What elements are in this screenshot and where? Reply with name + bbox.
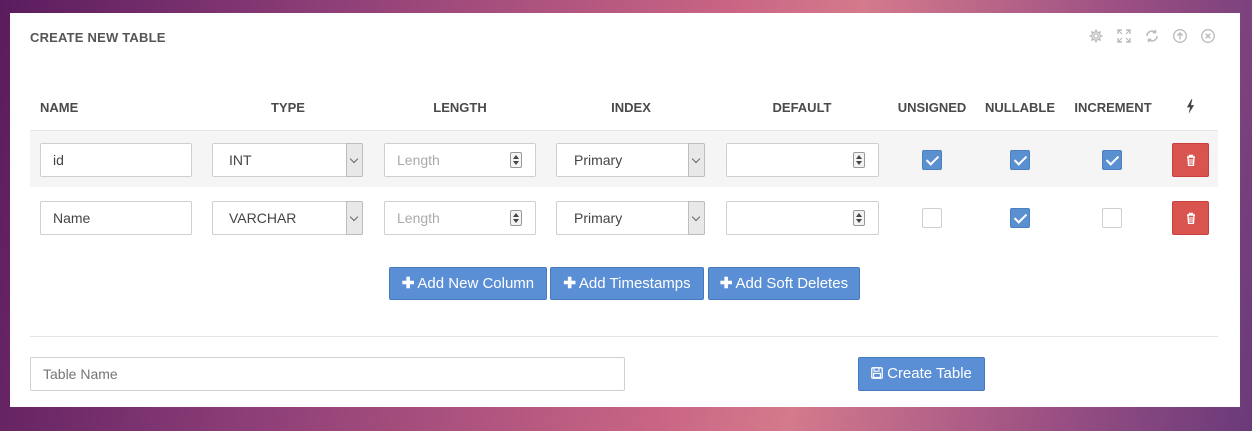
number-spinner[interactable] xyxy=(853,210,865,226)
header-default: DEFAULT xyxy=(772,100,832,115)
column-type-value: INT xyxy=(229,152,252,168)
number-spinner[interactable] xyxy=(853,152,865,168)
add-timestamps-label: Add Timestamps xyxy=(578,275,691,292)
chevron-down-icon[interactable] xyxy=(346,201,363,235)
add-new-column-button[interactable]: ✚ Add New Column xyxy=(389,267,547,300)
header-name: NAME xyxy=(40,100,79,115)
gear-icon[interactable] xyxy=(1088,28,1104,44)
column-index-value: Primary xyxy=(574,152,623,168)
panel-toolbar xyxy=(1088,28,1216,44)
column-length-input[interactable]: Length xyxy=(384,201,536,235)
trash-icon xyxy=(1187,154,1195,166)
add-soft-deletes-button[interactable]: ✚ Add Soft Deletes xyxy=(708,267,860,300)
header-type: TYPE xyxy=(271,100,305,115)
add-new-column-label: Add New Column xyxy=(417,275,535,292)
column-length-input[interactable]: Length xyxy=(384,143,536,177)
add-soft-deletes-label: Add Soft Deletes xyxy=(735,275,849,292)
column-type-select[interactable]: VARCHAR xyxy=(212,201,363,235)
delete-column-button[interactable] xyxy=(1172,143,1209,177)
column-type-value: VARCHAR xyxy=(229,210,297,226)
column-default-input[interactable] xyxy=(726,201,879,235)
refresh-icon[interactable] xyxy=(1144,28,1160,44)
chevron-down-icon[interactable] xyxy=(688,143,705,177)
collapse-up-icon[interactable] xyxy=(1172,28,1188,44)
column-name-input[interactable]: Name xyxy=(40,201,192,235)
increment-checkbox[interactable] xyxy=(1102,208,1122,228)
table-row: id INT Length Primary xyxy=(30,130,1218,187)
increment-checkbox[interactable] xyxy=(1102,150,1122,170)
create-table-panel: CREATE NEW TABLE NAME TYPE LENGTH INDEX … xyxy=(10,13,1240,407)
number-spinner[interactable] xyxy=(510,152,522,168)
header-length: LENGTH xyxy=(433,100,487,115)
create-table-button[interactable]: Create Table xyxy=(858,357,985,391)
number-spinner[interactable] xyxy=(510,210,522,226)
plus-icon: ✚ xyxy=(719,275,733,292)
unsigned-checkbox[interactable] xyxy=(922,150,942,170)
column-type-select[interactable]: INT xyxy=(212,143,363,177)
close-icon[interactable] xyxy=(1200,28,1216,44)
table-name-input[interactable] xyxy=(30,357,625,391)
plus-icon: ✚ xyxy=(563,275,576,292)
length-placeholder: Length xyxy=(397,210,440,226)
plus-icon: ✚ xyxy=(401,275,415,292)
column-default-input[interactable] xyxy=(726,143,879,177)
create-table-label: Create Table xyxy=(887,365,972,382)
chevron-down-icon[interactable] xyxy=(688,201,705,235)
divider xyxy=(30,336,1218,337)
nullable-checkbox[interactable] xyxy=(1010,150,1030,170)
table-row: Name VARCHAR Length Primary xyxy=(30,188,1218,245)
column-index-value: Primary xyxy=(574,210,623,226)
add-timestamps-button[interactable]: ✚ Add Timestamps xyxy=(550,267,704,300)
bolt-icon xyxy=(1186,99,1195,117)
header-unsigned: UNSIGNED xyxy=(897,100,967,115)
header-index: INDEX xyxy=(611,100,651,115)
header-nullable: NULLABLE xyxy=(984,100,1056,115)
nullable-checkbox[interactable] xyxy=(1010,208,1030,228)
unsigned-checkbox[interactable] xyxy=(922,208,942,228)
delete-column-button[interactable] xyxy=(1172,201,1209,235)
save-icon xyxy=(871,367,883,379)
chevron-down-icon[interactable] xyxy=(346,143,363,177)
trash-icon xyxy=(1187,212,1195,224)
panel-title: CREATE NEW TABLE xyxy=(30,30,166,45)
column-index-select[interactable]: Primary xyxy=(556,143,705,177)
column-index-select[interactable]: Primary xyxy=(556,201,705,235)
column-name-input[interactable]: id xyxy=(40,143,192,177)
expand-icon[interactable] xyxy=(1116,28,1132,44)
header-increment: INCREMENT xyxy=(1074,100,1152,115)
length-placeholder: Length xyxy=(397,152,440,168)
